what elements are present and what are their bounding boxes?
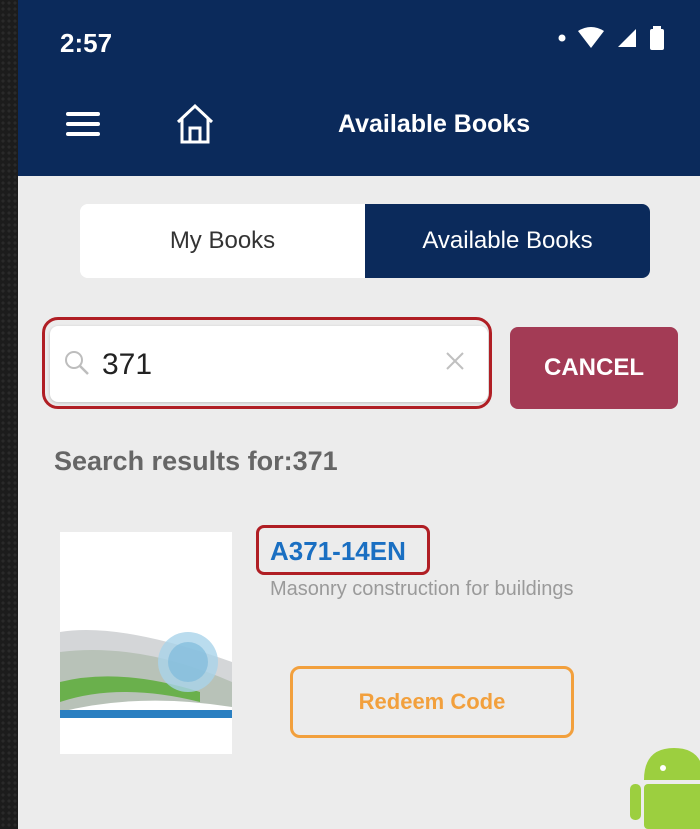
android-logo-icon xyxy=(630,748,700,829)
search-highlight-frame xyxy=(42,317,492,409)
menu-icon xyxy=(66,112,100,116)
cancel-button[interactable]: CANCEL xyxy=(510,327,678,409)
battery-icon xyxy=(650,26,664,50)
book-cover-art xyxy=(60,532,232,754)
book-code-highlight-frame xyxy=(256,525,430,575)
book-cover-image[interactable] xyxy=(60,532,232,754)
menu-button[interactable] xyxy=(66,108,100,138)
status-time: 2:57 xyxy=(60,28,113,58)
status-icons xyxy=(558,26,664,50)
home-icon xyxy=(176,103,214,144)
tab-available-books[interactable]: Available Books xyxy=(365,204,650,278)
home-button[interactable] xyxy=(170,98,220,148)
wifi-icon xyxy=(578,27,604,48)
tab-my-books[interactable]: My Books xyxy=(80,204,365,278)
results-heading: Search results for:371 xyxy=(54,446,338,476)
page-title: Available Books xyxy=(338,110,531,138)
notification-dot-icon xyxy=(558,34,566,42)
redeem-code-button[interactable]: Redeem Code xyxy=(290,666,574,738)
book-description: Masonry construction for buildings xyxy=(270,578,574,600)
segment-control: My Books Available Books xyxy=(80,204,650,278)
phone-screen: 2:57 Available Books My Books Available … xyxy=(18,0,700,829)
signal-icon xyxy=(618,29,636,47)
app-bar: 2:57 Available Books xyxy=(18,0,700,176)
